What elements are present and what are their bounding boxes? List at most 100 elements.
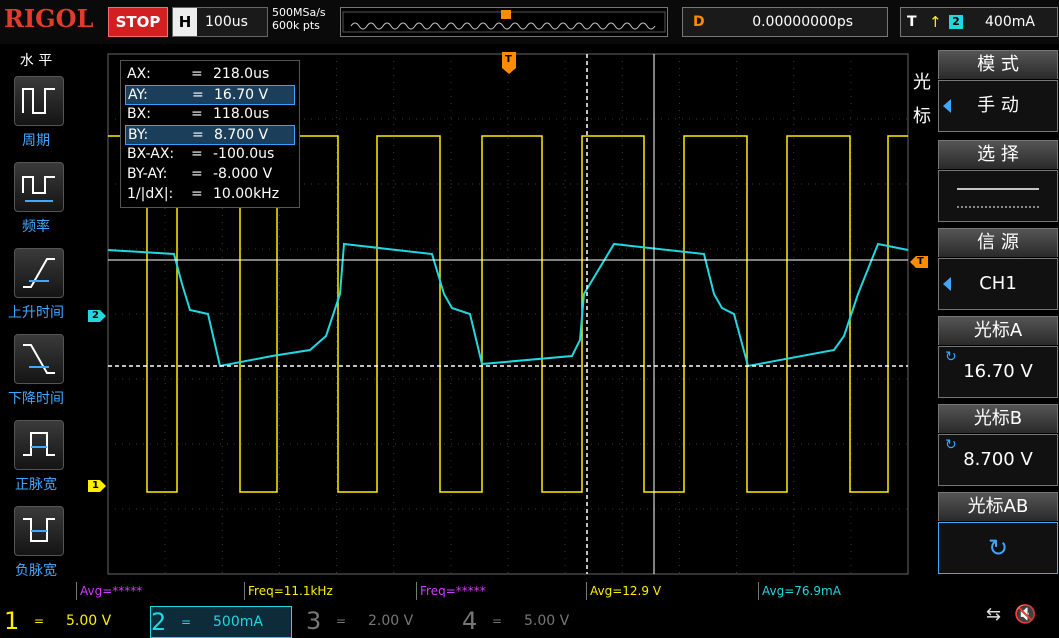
channel-4-status[interactable]: 4 = 5.00 V (462, 606, 602, 636)
mode-title: 模 式 (938, 50, 1058, 79)
channel-2-status[interactable]: 2 = 500mA (150, 606, 292, 638)
frequency-button[interactable] (14, 162, 64, 212)
cursor-a-value: 16.70 V (963, 361, 1033, 382)
horizontal-timebase[interactable]: H 100us (172, 7, 268, 37)
readout-value: 218.0us (213, 66, 270, 82)
readout-key: BX: (127, 106, 151, 122)
readout-key: AX: (127, 66, 151, 82)
run-stop-indicator[interactable]: STOP (108, 7, 168, 37)
period-button[interactable] (14, 76, 64, 126)
measurement-item[interactable]: Freq=***** (416, 582, 584, 600)
usb-icon: ⇆ (986, 604, 1002, 625)
readout-equals: = (191, 146, 203, 162)
delay-display[interactable]: D 0.00000000ps (682, 7, 888, 37)
fall-time-label: 下降时间 (8, 391, 64, 407)
positive-width-button[interactable] (14, 420, 64, 470)
ch2-marker-label: 2 (92, 310, 99, 321)
cursor-menu-label: 光标 (913, 72, 931, 127)
channel-scale: 500mA (213, 614, 263, 630)
readout-row: BX-AX: = -100.0us (125, 145, 293, 163)
ch2-waveform (107, 242, 909, 368)
negative-width-label: 负脉宽 (15, 563, 57, 579)
measurement-item[interactable]: Avg=76.9mA (758, 582, 926, 600)
rise-time-label: 上升时间 (8, 305, 64, 321)
readout-row: BY-AY: = -8.000 V (125, 165, 293, 183)
channel-number: 2 (151, 608, 167, 636)
select-lines-icon (957, 188, 1039, 208)
channel-number: 4 (462, 607, 478, 635)
trigger-label: T (907, 14, 917, 30)
readout-row: AY: = 16.70 V (125, 85, 295, 105)
coupling-icon: = (181, 615, 192, 629)
channel-scale: 2.00 V (368, 613, 414, 629)
source-button[interactable]: CH1 (938, 258, 1058, 310)
readout-equals: = (191, 166, 203, 182)
cursor-ab-button[interactable]: ↻ (938, 522, 1058, 574)
readout-equals: = (191, 186, 203, 202)
memory-depth: 600k pts (272, 19, 320, 32)
positive-width-label: 正脉宽 (15, 477, 57, 493)
horizontal-label: H (173, 8, 197, 36)
rise-time-button[interactable] (14, 248, 64, 298)
readout-value: -100.0us (213, 146, 275, 162)
select-button[interactable] (938, 170, 1058, 222)
coupling-icon: = (34, 614, 45, 628)
cursor-b-value: 8.700 V (963, 449, 1033, 470)
readout-equals: = (192, 127, 204, 143)
sample-rate: 500MSa/s (272, 6, 326, 19)
negative-width-icon (23, 518, 55, 542)
speaker-mute-icon[interactable]: 🔇 (1014, 604, 1036, 625)
readout-key: 1/|dX|: (127, 186, 174, 202)
frequency-label: 频率 (22, 219, 50, 235)
measurement-bar: Avg=***** Freq=11.1kHz Freq=***** Avg=12.9 … (72, 582, 932, 600)
readout-key: BY-AY: (127, 166, 168, 182)
trigger-display[interactable]: T ↑ 2 400mA (900, 7, 1058, 37)
delay-value: 0.00000000ps (752, 14, 853, 30)
readout-row: BY: = 8.700 V (125, 125, 295, 145)
ch1-marker-label: 1 (92, 480, 99, 491)
fall-time-button[interactable] (14, 334, 64, 384)
readout-row: 1/|dX|: = 10.00kHz (125, 185, 293, 203)
readout-value: 118.0us (213, 106, 270, 122)
channel-number: 1 (4, 607, 20, 635)
readout-value: 16.70 V (214, 87, 269, 103)
cursor-b-button[interactable]: ↻ 8.700 V (938, 434, 1058, 486)
readout-equals: = (191, 66, 203, 82)
mode-value: 手 动 (977, 95, 1019, 116)
coupling-icon: = (492, 614, 503, 628)
cursor-menu: 模 式 手 动 选 择 信 源 CH1 光标A ↻ 16.70 V 光标B ↻ … (932, 44, 1059, 582)
period-label: 周期 (22, 133, 50, 149)
trigger-level: 400mA (985, 14, 1035, 30)
readout-key: BX-AX: (127, 146, 175, 162)
channel-1-status[interactable]: 1 = 5.00 V (4, 606, 144, 636)
readout-row: AX: = 218.0us (125, 65, 293, 83)
measurement-item[interactable]: Avg=***** (76, 582, 244, 600)
readout-equals: = (191, 106, 203, 122)
channel-scale: 5.00 V (66, 613, 112, 629)
trigger-position-label: T (505, 54, 512, 65)
readout-row: BX: = 118.0us (125, 105, 293, 123)
cursor-b-title: 光标B (938, 404, 1058, 433)
delay-label: D (693, 14, 705, 30)
horizontal-measure-panel: 水 平 周期 频率 上升时间 下降时间 正脉宽 负脉宽 (0, 44, 72, 582)
readout-key: BY: (128, 127, 149, 143)
readout-value: 8.700 V (214, 127, 269, 143)
panel-title: 水 平 (19, 53, 53, 69)
cursor-a-button[interactable]: ↻ 16.70 V (938, 346, 1058, 398)
memory-overview[interactable] (340, 7, 668, 37)
readout-value: -8.000 V (213, 166, 273, 182)
measurement-item[interactable]: Freq=11.1kHz (244, 582, 412, 600)
mode-button[interactable]: 手 动 (938, 80, 1058, 132)
negative-width-button[interactable] (14, 506, 64, 556)
cursor-ab-title: 光标AB (938, 492, 1058, 521)
source-value: CH1 (979, 273, 1017, 294)
trigger-level-label: T (917, 256, 924, 267)
positive-width-icon (23, 432, 55, 456)
cursor-readout-panel: AX: = 218.0us AY: = 16.70 V BX: = 118.0us BY: = 8.7… (120, 60, 300, 208)
cursor-a-title: 光标A (938, 316, 1058, 345)
channel-3-status[interactable]: 3 = 2.00 V (306, 606, 446, 636)
measurement-item[interactable]: Avg=12.9 V (586, 582, 754, 600)
fall-time-icon (23, 344, 55, 374)
readout-equals: = (192, 87, 204, 103)
rise-time-icon (23, 258, 55, 288)
